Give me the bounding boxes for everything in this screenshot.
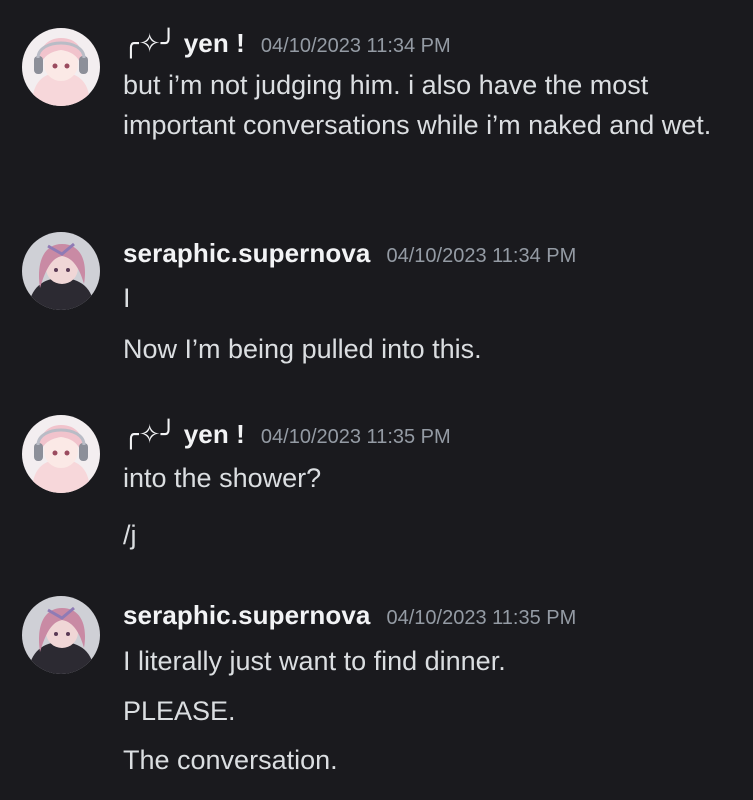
message-text: I (123, 283, 131, 313)
anime-character-pink-hair-avatar (22, 232, 100, 310)
message-text: Now I’m being pulled into this. (123, 334, 482, 364)
avatar[interactable] (22, 415, 100, 493)
timestamp[interactable]: 04/10/2023 11:35 PM (386, 607, 576, 630)
message: ╭✧╯ yen ! 04/10/2023 11:34 PM but i’m no… (0, 28, 753, 188)
message: seraphic.supernova 04/10/2023 11:35 PM I… (0, 596, 753, 786)
message-feed: ╭✧╯ yen ! 04/10/2023 11:34 PM but i’m no… (0, 0, 753, 800)
message-header: seraphic.supernova 04/10/2023 11:35 PM (123, 600, 576, 634)
username[interactable]: seraphic.supernova (123, 238, 370, 269)
username[interactable]: ╭✧╯ yen ! (123, 28, 245, 59)
message-text: The conversation. (123, 745, 338, 775)
avatar[interactable] (22, 596, 100, 674)
username[interactable]: ╭✧╯ yen ! (123, 419, 245, 450)
message-text: but i’m not judging him. i also have the… (123, 70, 712, 140)
username[interactable]: seraphic.supernova (123, 600, 370, 631)
message-header: ╭✧╯ yen ! 04/10/2023 11:35 PM (123, 419, 451, 453)
timestamp[interactable]: 04/10/2023 11:35 PM (261, 426, 451, 449)
timestamp[interactable]: 04/10/2023 11:34 PM (261, 35, 451, 58)
message: seraphic.supernova 04/10/2023 11:34 PM I… (0, 232, 753, 372)
message-text: /j (123, 520, 137, 550)
message-text: PLEASE. (123, 696, 236, 726)
message: ╭✧╯ yen ! 04/10/2023 11:35 PM into the s… (0, 415, 753, 555)
anime-girl-headphones-avatar (22, 28, 100, 106)
avatar[interactable] (22, 28, 100, 106)
message-text: into the shower? (123, 463, 322, 493)
message-text: I literally just want to find dinner. (123, 646, 506, 676)
timestamp[interactable]: 04/10/2023 11:34 PM (386, 245, 576, 268)
anime-character-pink-hair-avatar (22, 596, 100, 674)
avatar[interactable] (22, 232, 100, 310)
anime-girl-headphones-avatar (22, 415, 100, 493)
message-header: ╭✧╯ yen ! 04/10/2023 11:34 PM (123, 28, 451, 62)
message-header: seraphic.supernova 04/10/2023 11:34 PM (123, 238, 576, 272)
